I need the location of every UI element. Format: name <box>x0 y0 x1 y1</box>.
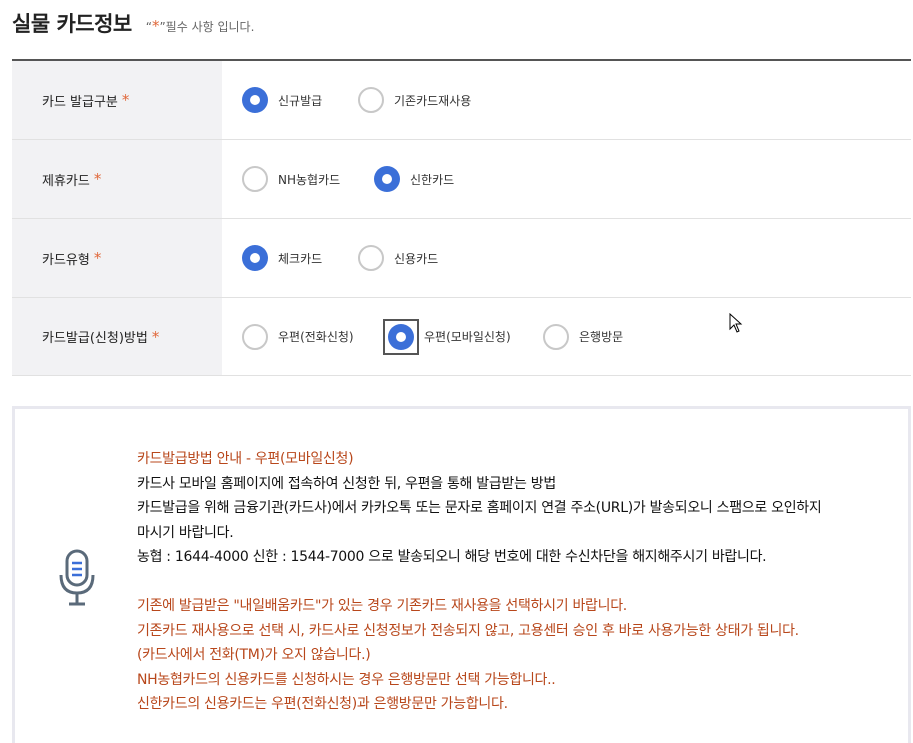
issue-method-info-box: 카드발급방법 안내 - 우편(모바일신청) 카드사 모바일 홈페이지에 접속하여… <box>12 406 911 743</box>
radio-credit-card[interactable]: 신용카드 <box>358 245 438 271</box>
radio-label: 우편(모바일신청) <box>424 330 511 344</box>
row-issue-method: 카드발급(신청)방법 * 우편(전화신청) 우편(모바일신청) 은행방문 <box>12 298 911 376</box>
row-label: 카드 발급구분 * <box>12 61 222 139</box>
radio-label: 신용카드 <box>394 251 439 266</box>
radio-check-card[interactable]: 체크카드 <box>242 245 322 271</box>
row-issue-type: 카드 발급구분 * 신규발급 기존카드재사용 <box>12 61 911 140</box>
notice-line: 기존에 발급받은 "내일배움카드"가 있는 경우 기존카드 재사용을 선택하시기… <box>137 598 627 614</box>
info-text: 카드발급방법 안내 - 우편(모바일신청) 카드사 모바일 홈페이지에 접속하여… <box>137 447 897 717</box>
radio-label: 은행방문 <box>579 330 624 344</box>
radio-label: 신규발급 <box>278 93 323 108</box>
radio-nh-card[interactable]: NH농협카드 <box>242 166 340 192</box>
page-header: 실물 카드정보 “*” 필수 사항 입니다. <box>12 8 254 38</box>
radio-label: 체크카드 <box>278 251 323 266</box>
radio-label: NH농협카드 <box>278 172 341 187</box>
notice-line: 신한카드의 신용카드는 우편(전화신청)과 은행방문만 가능합니다. <box>137 696 508 712</box>
row-label: 제휴카드 * <box>12 140 222 218</box>
radio-new-issue[interactable]: 신규발급 <box>242 87 322 113</box>
info-heading: 카드발급방법 안내 - 우편(모바일신청) <box>137 451 354 467</box>
mouse-cursor-icon <box>729 312 743 337</box>
radio-button[interactable] <box>358 245 384 271</box>
radio-button-checked[interactable] <box>374 166 400 192</box>
row-label: 카드발급(신청)방법 * <box>12 298 222 375</box>
required-star: * <box>151 17 160 35</box>
required-star: * <box>121 91 130 109</box>
card-info-form: 카드 발급구분 * 신규발급 기존카드재사용 제휴카드 * NH농협카드 신한카… <box>12 59 911 376</box>
radio-button[interactable] <box>543 323 569 350</box>
info-line: 농협 : 1644-4000 신한 : 1544-7000 으로 발송되오니 해… <box>137 549 767 565</box>
row-options: NH농협카드 신한카드 <box>222 140 911 218</box>
radio-button[interactable] <box>242 166 268 192</box>
row-label-text: 카드유형 <box>42 252 90 268</box>
row-label-text: 제휴카드 <box>42 173 90 189</box>
radio-button-checked[interactable] <box>242 87 268 113</box>
focus-outline <box>383 318 419 355</box>
required-star: * <box>151 327 160 346</box>
radio-reuse-card[interactable]: 기존카드재사용 <box>358 87 471 113</box>
row-options: 체크카드 신용카드 <box>222 219 911 297</box>
required-note: “*” 필수 사항 입니다. <box>146 17 255 35</box>
radio-shinhan-card[interactable]: 신한카드 <box>374 166 454 192</box>
info-line: 마시기 바랍니다. <box>137 524 234 541</box>
row-label: 카드유형 * <box>12 219 222 297</box>
required-note-text: 필수 사항 입니다. <box>165 20 255 34</box>
required-star: * <box>93 249 102 267</box>
info-line: 카드사 모바일 홈페이지에 접속하여 신청한 뒤, 우편을 통해 발급받는 방법 <box>137 475 556 492</box>
notice-line: 기존카드 재사용으로 선택 시, 카드사로 신청정보가 전송되지 않고, 고용센… <box>137 622 799 639</box>
microphone-icon <box>59 549 95 611</box>
radio-label: 신한카드 <box>410 172 455 187</box>
radio-label: 우편(전화신청) <box>278 330 354 344</box>
radio-button[interactable] <box>358 87 384 113</box>
row-partner-card: 제휴카드 * NH농협카드 신한카드 <box>12 140 911 219</box>
row-card-type: 카드유형 * 체크카드 신용카드 <box>12 219 911 298</box>
notice-line: NH농협카드의 신용카드를 신청하시는 경우 은행방문만 선택 가능합니다.. <box>137 671 556 688</box>
row-options: 우편(전화신청) 우편(모바일신청) 은행방문 <box>222 298 911 375</box>
required-star: * <box>93 170 102 188</box>
info-line: 카드발급을 위해 금융기관(카드사)에서 카카오톡 또는 문자로 홈페이지 연결… <box>137 500 822 516</box>
row-label-text: 카드발급(신청)방법 <box>42 331 148 346</box>
radio-label: 기존카드재사용 <box>394 93 472 108</box>
notice-line: (카드사에서 전화(TM)가 오지 않습니다.) <box>137 647 371 663</box>
page-title: 실물 카드정보 <box>12 12 132 36</box>
radio-mail-mobile[interactable]: 우편(모바일신청) <box>383 318 511 355</box>
row-label-text: 카드 발급구분 <box>42 94 118 110</box>
radio-button[interactable] <box>242 323 268 350</box>
row-options: 신규발급 기존카드재사용 <box>222 61 911 139</box>
radio-button-checked[interactable] <box>383 318 419 355</box>
radio-button-checked[interactable] <box>242 245 268 271</box>
radio-mail-phone[interactable]: 우편(전화신청) <box>242 323 354 350</box>
radio-bank-visit[interactable]: 은행방문 <box>543 323 624 350</box>
